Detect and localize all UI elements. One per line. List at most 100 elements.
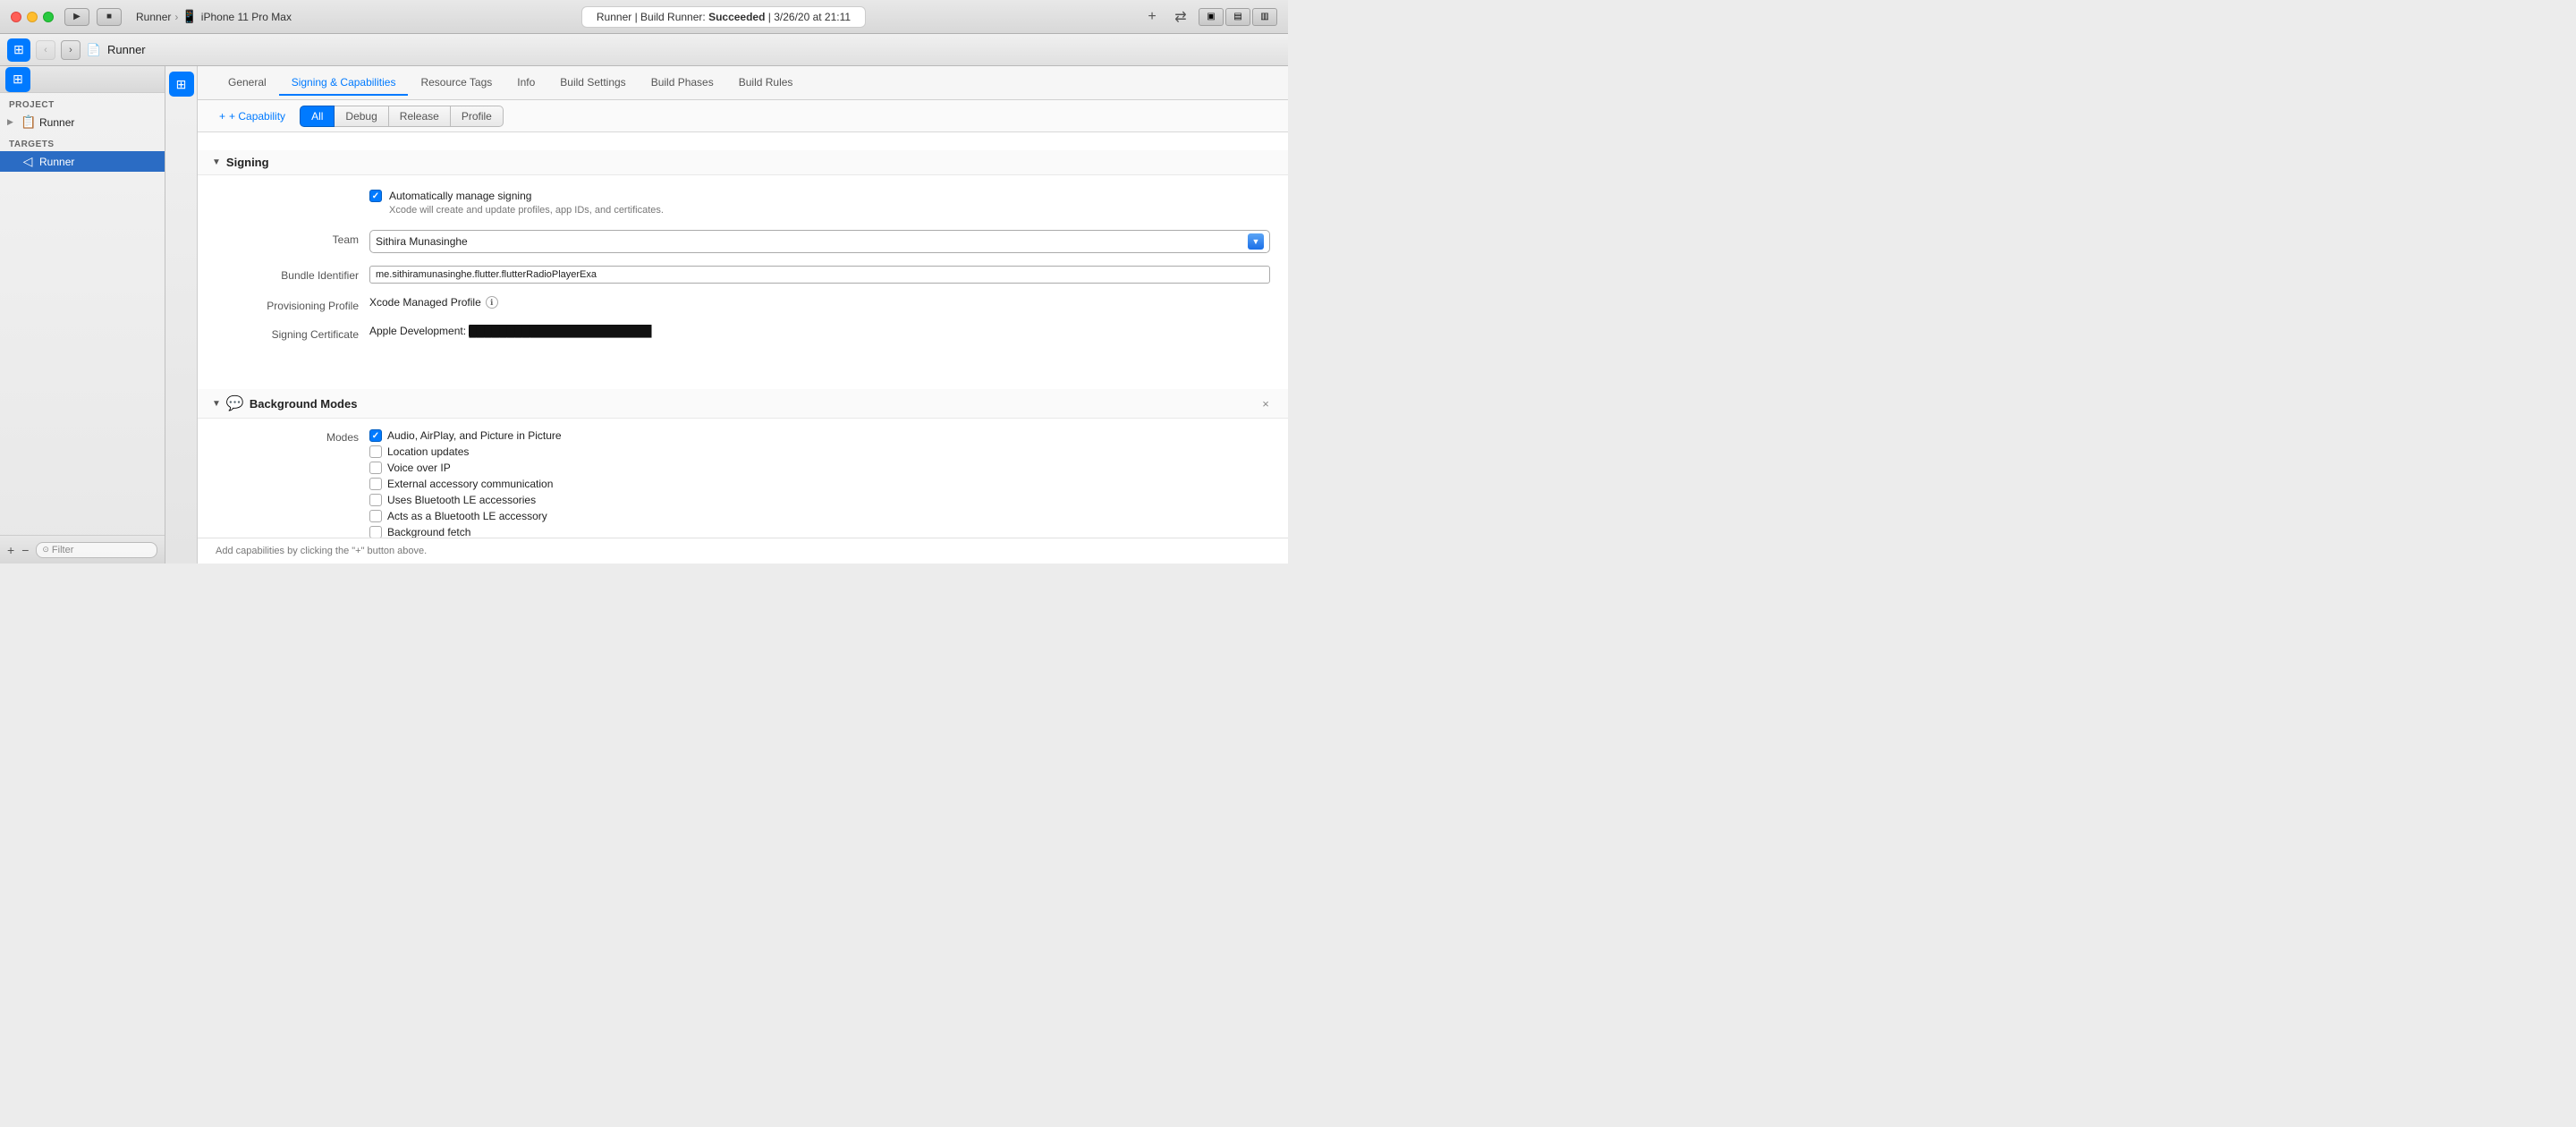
mode-fetch-label: Background fetch: [387, 526, 470, 538]
tab-info[interactable]: Info: [504, 71, 547, 96]
add-capability-button[interactable]: + + Capability: [212, 106, 292, 126]
close-button[interactable]: [11, 12, 21, 22]
device-icon: 📱: [182, 9, 197, 24]
mode-audio: Audio, AirPlay, and Picture in Picture: [369, 429, 562, 442]
bg-modes-close[interactable]: ×: [1258, 395, 1274, 411]
team-select[interactable]: Sithira Munasinghe ▼: [369, 230, 1270, 253]
top-tabs: General Signing & Capabilities Resource …: [198, 66, 1288, 100]
add-capability-label: + Capability: [229, 110, 285, 123]
add-target-btn[interactable]: +: [7, 543, 14, 557]
info-icon[interactable]: ℹ: [486, 296, 498, 309]
project-section-label: PROJECT: [0, 93, 165, 112]
tab-resource-tags[interactable]: Resource Tags: [408, 71, 504, 96]
split-button[interactable]: ⇄: [1170, 6, 1191, 28]
mode-bluetooth-acc-checkbox[interactable]: [369, 510, 382, 522]
mode-fetch-checkbox[interactable]: [369, 526, 382, 538]
auto-manage-row: Automatically manage signing Xcode will …: [216, 190, 1270, 217]
sub-tab-all[interactable]: All: [300, 106, 335, 127]
panel-toggle-btn[interactable]: ⊞: [7, 38, 30, 62]
build-status-text: Runner | Build Runner: Succeeded | 3/26/…: [597, 11, 851, 23]
filter-field[interactable]: ⊙ Filter: [36, 542, 157, 558]
target-runner-label: Runner: [39, 156, 157, 168]
mode-audio-label: Audio, AirPlay, and Picture in Picture: [387, 429, 562, 442]
prov-profile-text: Xcode Managed Profile: [369, 296, 481, 309]
tab-general[interactable]: General: [216, 71, 279, 96]
signing-cert-label: Signing Certificate: [216, 325, 359, 341]
bundle-id-value: me.sithiramunasinghe.flutter.flutterRadi…: [369, 266, 1270, 284]
maximize-button[interactable]: [43, 12, 54, 22]
cert-redacted: ████████████████████████: [469, 325, 651, 337]
layout-buttons: ▣ ▤ ▥: [1199, 8, 1277, 26]
breadcrumb: Runner › 📱 iPhone 11 Pro Max: [136, 9, 292, 24]
add-button[interactable]: +: [1141, 6, 1163, 28]
sub-tab-release[interactable]: Release: [389, 106, 451, 127]
stop-button[interactable]: ■: [97, 8, 122, 26]
modes-list: Audio, AirPlay, and Picture in Picture L…: [369, 429, 562, 538]
toolbar-actions: ▶ ■: [64, 8, 122, 26]
build-status: Runner | Build Runner: Succeeded | 3/26/…: [581, 6, 866, 28]
targets-section-label: TARGETS: [0, 132, 165, 151]
mode-location-checkbox[interactable]: [369, 445, 382, 458]
mode-voip: Voice over IP: [369, 462, 562, 474]
sub-tabs-bar: + + Capability All Debug Release Profile: [198, 100, 1288, 132]
nav-forward-btn[interactable]: ›: [61, 40, 80, 60]
team-select-arrow: ▼: [1248, 233, 1264, 250]
sub-tab-debug[interactable]: Debug: [335, 106, 388, 127]
tab-signing[interactable]: Signing & Capabilities: [279, 71, 409, 96]
content-area: ⊞ General Signing & Capabilities Resourc…: [165, 66, 1288, 564]
nav-back-btn[interactable]: ‹: [36, 40, 55, 60]
sidebar-toolbar: ⊞: [0, 66, 165, 93]
sidebar-item-target-runner[interactable]: ◁ Runner: [0, 151, 165, 172]
mode-external-acc-label: External accessory communication: [387, 478, 553, 490]
mode-external-acc-checkbox[interactable]: [369, 478, 382, 490]
panel-sel-folder[interactable]: ⊞: [5, 67, 30, 92]
prov-profile-label: Provisioning Profile: [216, 296, 359, 312]
signing-toggle[interactable]: ▼: [212, 157, 221, 167]
toolbar-filename: Runner: [107, 43, 146, 56]
play-button[interactable]: ▶: [64, 8, 89, 26]
modes-label: Modes: [216, 429, 359, 444]
layout-btn-3[interactable]: ▥: [1252, 8, 1277, 26]
tab-build-rules[interactable]: Build Rules: [726, 71, 806, 96]
auto-manage-checkbox[interactable]: [369, 190, 382, 202]
auto-manage-value: Automatically manage signing Xcode will …: [369, 190, 1270, 217]
bundle-id-row: Bundle Identifier me.sithiramunasinghe.f…: [216, 266, 1270, 284]
breadcrumb-device[interactable]: iPhone 11 Pro Max: [201, 11, 292, 23]
team-select-text: Sithira Munasinghe: [376, 235, 1244, 248]
project-icon: 📋: [21, 114, 35, 130]
team-label: Team: [216, 230, 359, 246]
bg-modes-title: Background Modes: [250, 397, 358, 411]
file-icon: 📄: [86, 42, 102, 58]
prov-profile-value: Xcode Managed Profile ℹ: [369, 296, 1270, 309]
mode-audio-checkbox[interactable]: [369, 429, 382, 442]
layout-btn-2[interactable]: ▤: [1225, 8, 1250, 26]
team-row: Team Sithira Munasinghe ▼: [216, 230, 1270, 253]
window-controls: [11, 12, 54, 22]
team-value: Sithira Munasinghe ▼: [369, 230, 1270, 253]
bg-modes-toggle[interactable]: ▼: [212, 399, 221, 409]
bundle-id-field[interactable]: me.sithiramunasinghe.flutter.flutterRadi…: [369, 266, 1270, 284]
prov-profile-row: Provisioning Profile Xcode Managed Profi…: [216, 296, 1270, 312]
signing-section: ▼ Signing Automatically manage signi: [198, 150, 1288, 368]
mode-external-acc: External accessory communication: [369, 478, 562, 490]
modes-row: Modes Audio, AirPlay, and Picture in Pic…: [216, 429, 1270, 538]
mode-bluetooth-le-checkbox[interactable]: [369, 494, 382, 506]
tab-build-phases[interactable]: Build Phases: [639, 71, 726, 96]
signing-cert-row: Signing Certificate Apple Development: █…: [216, 325, 1270, 341]
sub-tab-profile[interactable]: Profile: [451, 106, 504, 127]
mode-bluetooth-le: Uses Bluetooth LE accessories: [369, 494, 562, 506]
remove-target-btn[interactable]: −: [21, 543, 29, 557]
signing-cert-value: Apple Development: █████████████████████…: [369, 325, 1270, 337]
content-with-panel-sel: ⊞ General Signing & Capabilities Resourc…: [165, 66, 1288, 564]
mode-fetch: Background fetch: [369, 526, 562, 538]
panel-selector: ⊞: [165, 66, 198, 564]
layout-btn-1[interactable]: ▣: [1199, 8, 1224, 26]
tab-build-settings[interactable]: Build Settings: [547, 71, 638, 96]
sidebar-item-project-runner[interactable]: ▶ 📋 Runner: [0, 112, 165, 132]
breadcrumb-runner[interactable]: Runner: [136, 11, 171, 23]
minimize-button[interactable]: [27, 12, 38, 22]
mode-bluetooth-acc: Acts as a Bluetooth LE accessory: [369, 510, 562, 522]
panel-sel-active-btn[interactable]: ⊞: [169, 72, 194, 97]
cert-text: Apple Development: █████████████████████…: [369, 325, 651, 337]
mode-voip-checkbox[interactable]: [369, 462, 382, 474]
